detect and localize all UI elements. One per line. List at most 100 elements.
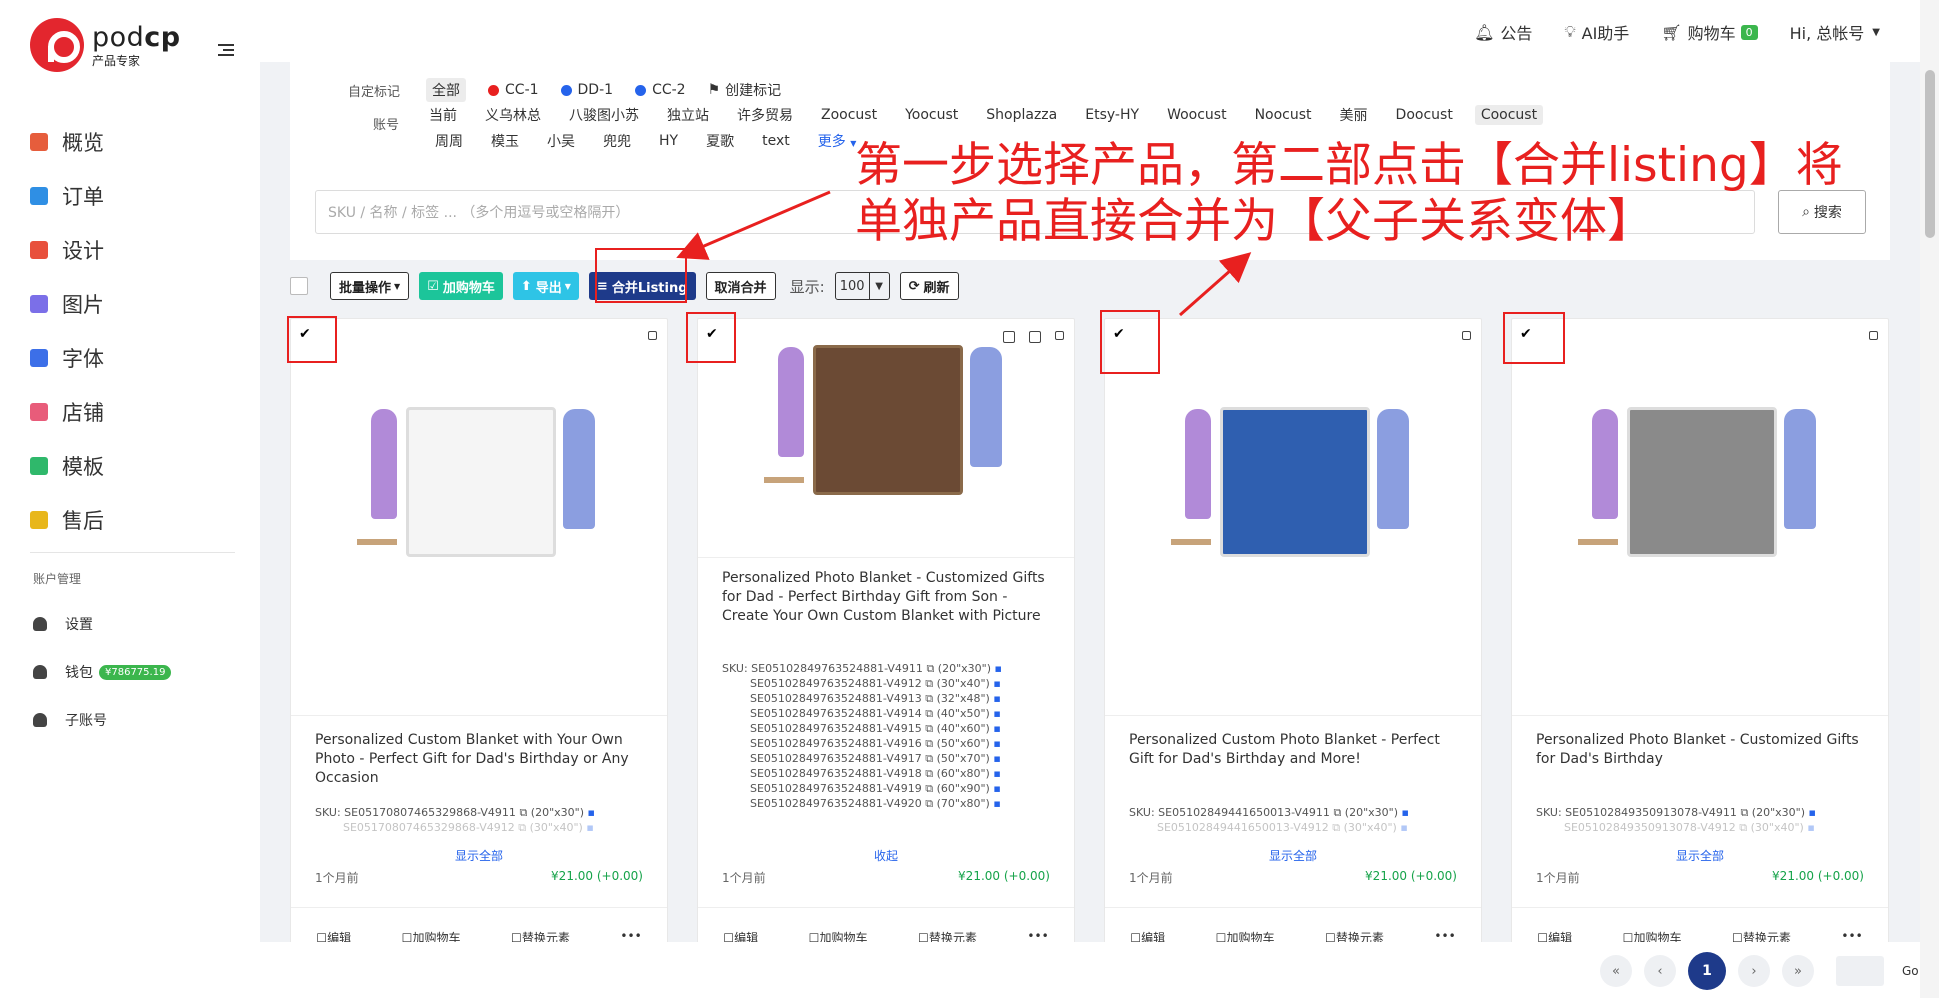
sku-toggle-link[interactable]: 显示全部 <box>1105 847 1481 864</box>
notice-link[interactable]: 🔔︎ 公告 <box>1474 20 1532 44</box>
account-chip[interactable]: Woocust <box>1161 105 1233 125</box>
nav-item-5[interactable]: 店铺 <box>30 385 104 439</box>
account-chip[interactable]: HY <box>653 131 684 151</box>
edit-note-icon[interactable]: ▪ <box>993 782 1000 795</box>
copy-icon[interactable]: ⧉ <box>925 692 933 705</box>
nav-item-7[interactable]: 售后 <box>30 493 104 547</box>
account-chip[interactable]: text <box>756 131 796 151</box>
prev-page-button[interactable]: ‹ <box>1644 955 1676 987</box>
account-chip[interactable]: Coocust <box>1474 105 1544 125</box>
edit-note-icon[interactable]: ▪ <box>993 722 1000 735</box>
edit-note-icon[interactable]: ▪ <box>993 737 1000 750</box>
nav-item-0[interactable]: 概览 <box>30 115 104 169</box>
next-page-button[interactable]: › <box>1738 955 1770 987</box>
nav-item-4[interactable]: 字体 <box>30 331 104 385</box>
product-card[interactable]: ✔ Personalized Custom Photo Blanket - Per… <box>1104 318 1482 998</box>
copy-icon[interactable]: ⧉ <box>925 707 933 720</box>
edit-note-icon[interactable]: ▪ <box>1400 821 1407 834</box>
account-chip[interactable]: 小吴 <box>541 129 581 153</box>
unmerge-button[interactable]: 取消合并 <box>705 272 776 300</box>
edit-note-icon[interactable]: ▪ <box>993 752 1000 765</box>
copy-icon[interactable]: ⧉ <box>925 752 933 765</box>
edit-note-icon[interactable]: ▪ <box>588 806 595 819</box>
edit-note-icon[interactable]: ▪ <box>993 767 1000 780</box>
copy-icon[interactable]: ⧉ <box>925 737 933 750</box>
product-title[interactable]: Personalized Custom Blanket with Your Ow… <box>315 731 645 788</box>
account-chip[interactable]: Doocust <box>1390 105 1459 125</box>
copy-icon[interactable]: ⧉ <box>925 767 933 780</box>
select-all-checkbox[interactable] <box>290 277 308 295</box>
copy-icon[interactable]: ⧉ <box>1333 806 1341 819</box>
export-button[interactable]: ⬆ 导出 ▼ <box>512 272 579 300</box>
bulk-actions-button[interactable]: 批量操作 ▼ <box>330 272 410 300</box>
product-card[interactable]: ✔ Personalized Photo Blanket - Customized… <box>697 318 1075 998</box>
account-item-2[interactable]: 子账号 <box>33 696 171 744</box>
refresh-button[interactable]: ⟳ 刷新 <box>899 272 959 300</box>
copy-icon[interactable]: ⧉ <box>1740 806 1748 819</box>
copy-icon[interactable]: ⧉ <box>925 677 933 690</box>
account-chip[interactable]: 许多贸易 <box>731 103 799 127</box>
product-image[interactable] <box>351 389 611 589</box>
current-page-button[interactable]: 1 <box>1688 952 1726 990</box>
last-page-button[interactable]: » <box>1782 955 1814 987</box>
edit-note-icon[interactable]: ▪ <box>586 821 593 834</box>
mark-filter-4[interactable]: ⚑ 创建标记 <box>708 80 782 100</box>
account-chip[interactable]: 当前 <box>423 103 463 127</box>
product-title[interactable]: Personalized Photo Blanket - Customized … <box>1536 731 1866 769</box>
account-chip[interactable]: 兜兜 <box>597 129 637 153</box>
edit-note-icon[interactable]: ▪ <box>1402 806 1409 819</box>
product-image[interactable] <box>1572 389 1832 589</box>
copy-icon[interactable]: ⧉ <box>925 782 933 795</box>
brand-logo[interactable]: podcp 产品专家 <box>30 18 181 72</box>
goto-page-input[interactable] <box>1836 956 1884 986</box>
product-image[interactable] <box>758 327 1018 527</box>
menu-collapse-icon[interactable] <box>218 44 234 56</box>
settings-icon[interactable] <box>1029 331 1041 343</box>
cart-link[interactable]: 🛒︎ 购物车 0 <box>1661 20 1758 44</box>
add-to-cart-button[interactable]: ☑ 加购物车 <box>419 272 503 300</box>
go-button[interactable]: Go <box>1902 964 1919 978</box>
account-chip[interactable]: Etsy-HY <box>1079 105 1145 125</box>
sku-toggle-link[interactable]: 显示全部 <box>291 847 667 864</box>
edit-note-icon[interactable]: ▪ <box>993 707 1000 720</box>
edit-note-icon[interactable]: ▪ <box>993 797 1000 810</box>
page-size-select[interactable]: 100 ▼ <box>834 272 890 300</box>
account-chip[interactable]: 夏歌 <box>700 129 740 153</box>
user-menu[interactable]: Hi, 总帐号 ▼ <box>1790 20 1880 44</box>
nav-item-2[interactable]: 设计 <box>30 223 104 277</box>
account-chip[interactable]: Zoocust <box>815 105 883 125</box>
edit-note-icon[interactable]: ▪ <box>1807 821 1814 834</box>
product-image[interactable] <box>1165 389 1425 589</box>
nav-item-6[interactable]: 模板 <box>30 439 104 493</box>
first-page-button[interactable]: « <box>1600 955 1632 987</box>
product-title[interactable]: Personalized Photo Blanket - Customized … <box>722 569 1052 626</box>
account-chip[interactable]: 模玉 <box>485 129 525 153</box>
account-chip[interactable]: 义乌林总 <box>479 103 547 127</box>
mark-filter-1[interactable]: CC-1 <box>488 82 539 98</box>
account-chip[interactable]: Shoplazza <box>980 105 1063 125</box>
edit-note-icon[interactable]: ▪ <box>1809 806 1816 819</box>
mark-filter-3[interactable]: CC-2 <box>635 82 686 98</box>
nav-item-1[interactable]: 订单 <box>30 169 104 223</box>
account-chip[interactable]: 八骏图小苏 <box>563 103 645 127</box>
account-chip[interactable]: 美丽 <box>1334 103 1374 127</box>
nav-item-3[interactable]: 图片 <box>30 277 104 331</box>
copy-icon[interactable]: ⧉ <box>925 797 933 810</box>
mark-filter-0[interactable]: 全部 <box>426 78 467 102</box>
product-card[interactable]: ✔ Personalized Custom Blanket with Your O… <box>290 318 668 998</box>
account-chip[interactable]: 周周 <box>429 129 469 153</box>
product-card[interactable]: ✔ Personalized Photo Blanket - Customized… <box>1511 318 1889 998</box>
account-chip[interactable]: Yoocust <box>899 105 964 125</box>
expand-icon[interactable] <box>1055 331 1064 340</box>
copy-icon[interactable]: ⧉ <box>519 806 527 819</box>
copy-icon[interactable]: ⧉ <box>925 722 933 735</box>
sku-toggle-link[interactable]: 显示全部 <box>1512 847 1888 864</box>
edit-note-icon[interactable]: ▪ <box>993 692 1000 705</box>
account-item-0[interactable]: 设置 <box>33 600 171 648</box>
copy-icon[interactable]: ⧉ <box>1739 821 1747 834</box>
expand-icon[interactable] <box>1869 331 1878 340</box>
copy-icon[interactable]: ⧉ <box>1332 821 1340 834</box>
account-chip[interactable]: 独立站 <box>661 103 715 127</box>
edit-note-icon[interactable]: ▪ <box>993 677 1000 690</box>
ai-assistant-link[interactable]: 💡︎ AI助手 <box>1564 20 1629 44</box>
